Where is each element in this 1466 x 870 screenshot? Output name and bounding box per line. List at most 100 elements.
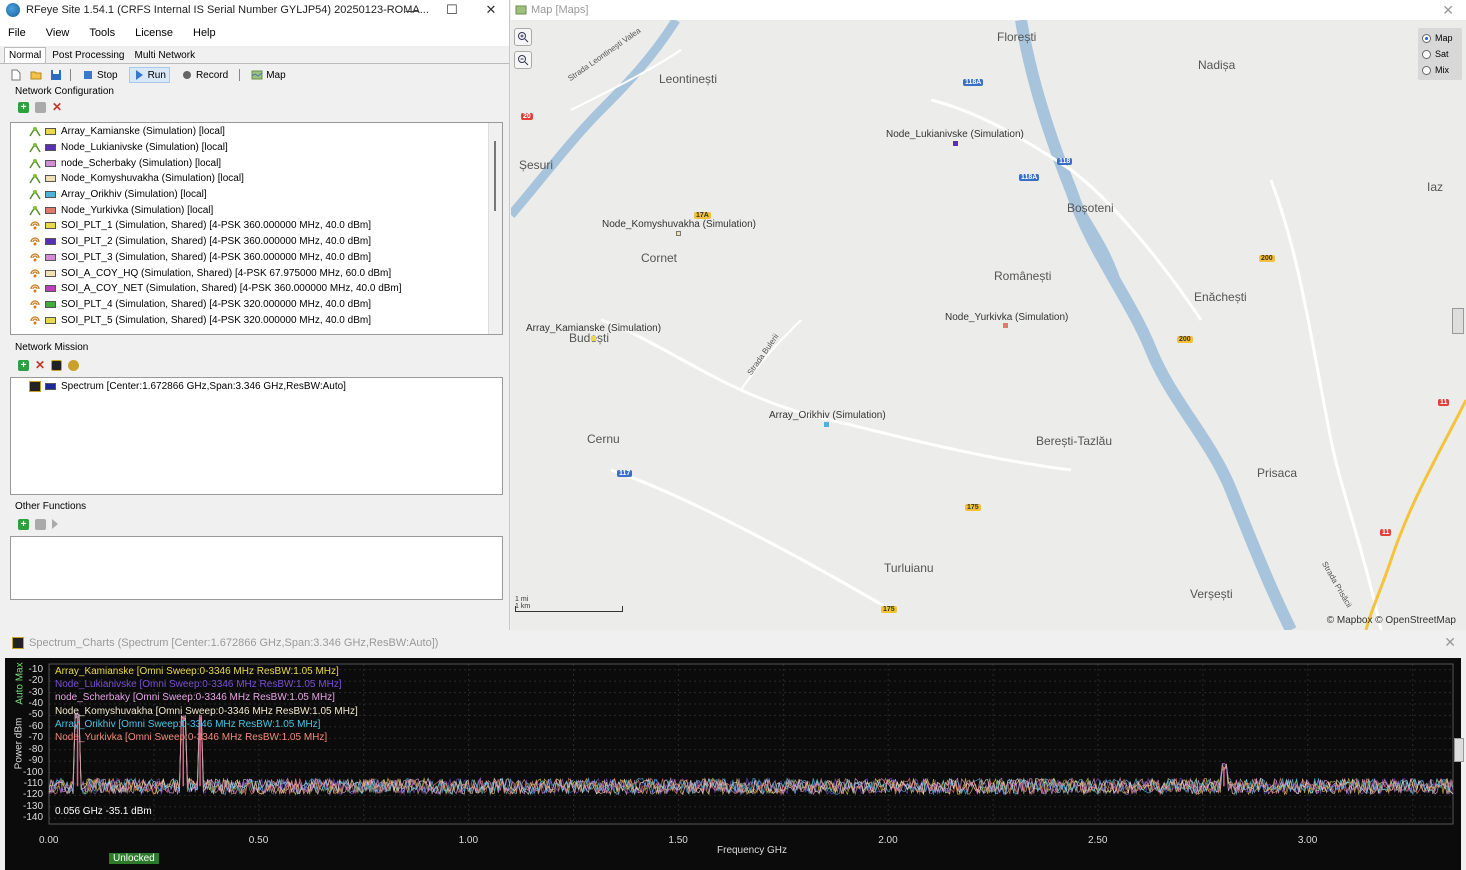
legend-entry[interactable]: node_Scherbaky [Omni Sweep:0-3346 MHz Re… <box>55 692 335 703</box>
config-tree-item[interactable]: SOI_A_COY_NET (Simulation, Shared) [4-PS… <box>11 281 502 297</box>
add-mission-icon[interactable]: + <box>18 359 29 371</box>
mode-tabs: Normal Post Processing Multi Network <box>0 46 509 64</box>
map-mode-map[interactable]: Map <box>1422 30 1458 46</box>
map-node-label[interactable]: Node_Komyshuvakha (Simulation) <box>602 219 756 230</box>
spectrum-close-button[interactable]: ✕ <box>1444 634 1456 651</box>
color-swatch <box>45 222 56 230</box>
config-scrollbar[interactable] <box>488 123 502 334</box>
rfeye-app-icon <box>6 3 20 17</box>
road-badge: 20 <box>521 113 533 120</box>
legend-entry[interactable]: Array_Orikhiv [Omni Sweep:0-3346 MHz Res… <box>55 719 320 730</box>
radio-mix[interactable] <box>1422 65 1431 75</box>
road-badge: 175 <box>965 504 981 511</box>
map-side-handle[interactable] <box>1452 308 1464 334</box>
legend-entry[interactable]: Array_Kamianske [Omni Sweep:0-3346 MHz R… <box>55 666 339 677</box>
menu-view[interactable]: View <box>46 27 70 39</box>
map-node-label[interactable]: Node_Yurkivka (Simulation) <box>945 312 1068 323</box>
color-swatch <box>45 159 56 167</box>
map-node-marker[interactable] <box>591 336 596 341</box>
config-tree-item[interactable]: SOI_PLT_3 (Simulation, Shared) [4-PSK 36… <box>11 250 502 266</box>
add-function-icon[interactable]: + <box>18 518 29 530</box>
menu-file[interactable]: File <box>8 27 26 39</box>
map-close-button[interactable]: ✕ <box>1442 2 1454 19</box>
delete-icon[interactable]: ✕ <box>52 101 62 113</box>
radio-map[interactable] <box>1422 33 1431 43</box>
color-swatch <box>45 285 56 293</box>
mix-mode-label: Mix <box>1435 65 1449 75</box>
map-node-marker[interactable] <box>824 422 829 427</box>
map-node-label[interactable]: Array_Orikhiv (Simulation) <box>769 410 886 421</box>
config-tree-item[interactable]: SOI_PLT_5 (Simulation, Shared) [4-PSK 32… <box>11 312 502 328</box>
place-label: Șesuri <box>519 158 554 172</box>
zoom-in-icon <box>518 32 529 43</box>
maximize-button[interactable]: ☐ <box>432 0 472 20</box>
menu-tools[interactable]: Tools <box>89 27 115 39</box>
map-node-marker[interactable] <box>676 231 681 236</box>
open-folder-icon[interactable] <box>30 69 42 81</box>
config-tree-item[interactable]: SOI_PLT_4 (Simulation, Shared) [4-PSK 32… <box>11 297 502 313</box>
sat-mode-label: Sat <box>1435 49 1449 59</box>
menu-license[interactable]: License <box>135 27 173 39</box>
add-icon[interactable]: + <box>18 101 29 113</box>
map-node-label[interactable]: Node_Lukianivske (Simulation) <box>886 129 1024 140</box>
config-tree-item[interactable]: Array_Kamianske (Simulation) [local] <box>11 124 502 140</box>
config-tree-item[interactable]: node_Scherbaky (Simulation) [local] <box>11 155 502 171</box>
road-badge: 11 <box>1380 529 1392 536</box>
new-file-icon[interactable] <box>10 69 22 81</box>
legend-entry[interactable]: Node_Komyshuvakha [Omni Sweep:0-3346 MHz… <box>55 706 358 717</box>
config-tree-item[interactable]: Node_Yurkivka (Simulation) [local] <box>11 202 502 218</box>
delete-mission-icon[interactable]: ✕ <box>35 359 45 371</box>
record-button[interactable]: Record <box>178 68 231 82</box>
y-tick-label: -120 <box>22 789 43 801</box>
audio-icon[interactable] <box>68 359 80 371</box>
config-tree-item[interactable]: Node_Lukianivske (Simulation) [local] <box>11 140 502 156</box>
color-swatch <box>45 191 56 199</box>
config-item-label: SOI_PLT_4 (Simulation, Shared) [4-PSK 32… <box>61 298 371 310</box>
mission-item[interactable]: Spectrum [Center:1.672866 GHz,Span:3.346… <box>11 379 502 395</box>
zoom-in-button[interactable] <box>514 28 532 46</box>
spectrum-chart[interactable]: Auto Max Power dBm -10 -20 -30 -40 -50 -60 -70… <box>5 658 1464 870</box>
scale-bar <box>515 606 623 612</box>
config-item-label: Node_Yurkivka (Simulation) [local] <box>61 204 214 216</box>
close-button[interactable]: ✕ <box>471 0 511 20</box>
map-node-label[interactable]: Array_Kamianske (Simulation) <box>526 323 661 334</box>
y-tick-label: -100 <box>22 766 43 778</box>
color-swatch <box>45 316 56 324</box>
color-swatch <box>45 206 56 214</box>
zoom-out-button[interactable] <box>514 51 532 69</box>
tab-post-processing[interactable]: Post Processing <box>48 48 128 63</box>
y-tick-label: -70 <box>28 732 43 744</box>
stop-button[interactable]: Stop <box>79 68 121 82</box>
play-function-icon[interactable] <box>52 519 58 529</box>
map-node-marker[interactable] <box>1003 323 1008 328</box>
legend-entry[interactable]: Node_Lukianivske [Omni Sweep:0-3346 MHz … <box>55 679 342 690</box>
spectrum-side-handle[interactable] <box>1454 738 1464 762</box>
tab-multi-network[interactable]: Multi Network <box>131 48 200 63</box>
config-item-label: Array_Orikhiv (Simulation) [local] <box>61 189 207 201</box>
radio-sat[interactable] <box>1422 49 1431 59</box>
map-mode-mix[interactable]: Mix <box>1422 62 1458 78</box>
place-label: Prisaca <box>1257 466 1298 480</box>
x-tick-label: 3.00 <box>1297 835 1318 846</box>
spectrum-mission-icon[interactable] <box>51 359 63 371</box>
scroll-thumb[interactable] <box>494 141 496 211</box>
config-tree-item[interactable]: Node_Komyshuvakha (Simulation) [local] <box>11 171 502 187</box>
road-badge: 17A <box>694 212 711 219</box>
legend-entry[interactable]: Node_Yurkivka [Omni Sweep:0-3346 MHz Res… <box>55 732 327 743</box>
road-badge: 118A <box>963 79 984 86</box>
map-mode-sat[interactable]: Sat <box>1422 46 1458 62</box>
config-tree-item[interactable]: SOI_PLT_2 (Simulation, Shared) [4-PSK 36… <box>11 234 502 250</box>
map-node-marker[interactable] <box>953 141 958 146</box>
unlock-icon[interactable] <box>35 101 46 113</box>
save-icon[interactable] <box>50 69 62 81</box>
menu-help[interactable]: Help <box>193 27 216 39</box>
config-tree-item[interactable]: SOI_A_COY_HQ (Simulation, Shared) [4-PSK… <box>11 265 502 281</box>
map-button[interactable]: Map <box>248 68 288 82</box>
tab-normal[interactable]: Normal <box>4 47 47 63</box>
config-tree-item[interactable]: SOI_PLT_1 (Simulation, Shared) [4-PSK 36… <box>11 218 502 234</box>
config-tree-item[interactable]: Array_Orikhiv (Simulation) [local] <box>11 187 502 203</box>
stop-function-icon[interactable] <box>35 518 46 530</box>
minimize-button[interactable]: — <box>392 0 432 20</box>
lock-status-badge[interactable]: Unlocked <box>109 853 159 864</box>
run-button[interactable]: Run <box>128 67 170 83</box>
